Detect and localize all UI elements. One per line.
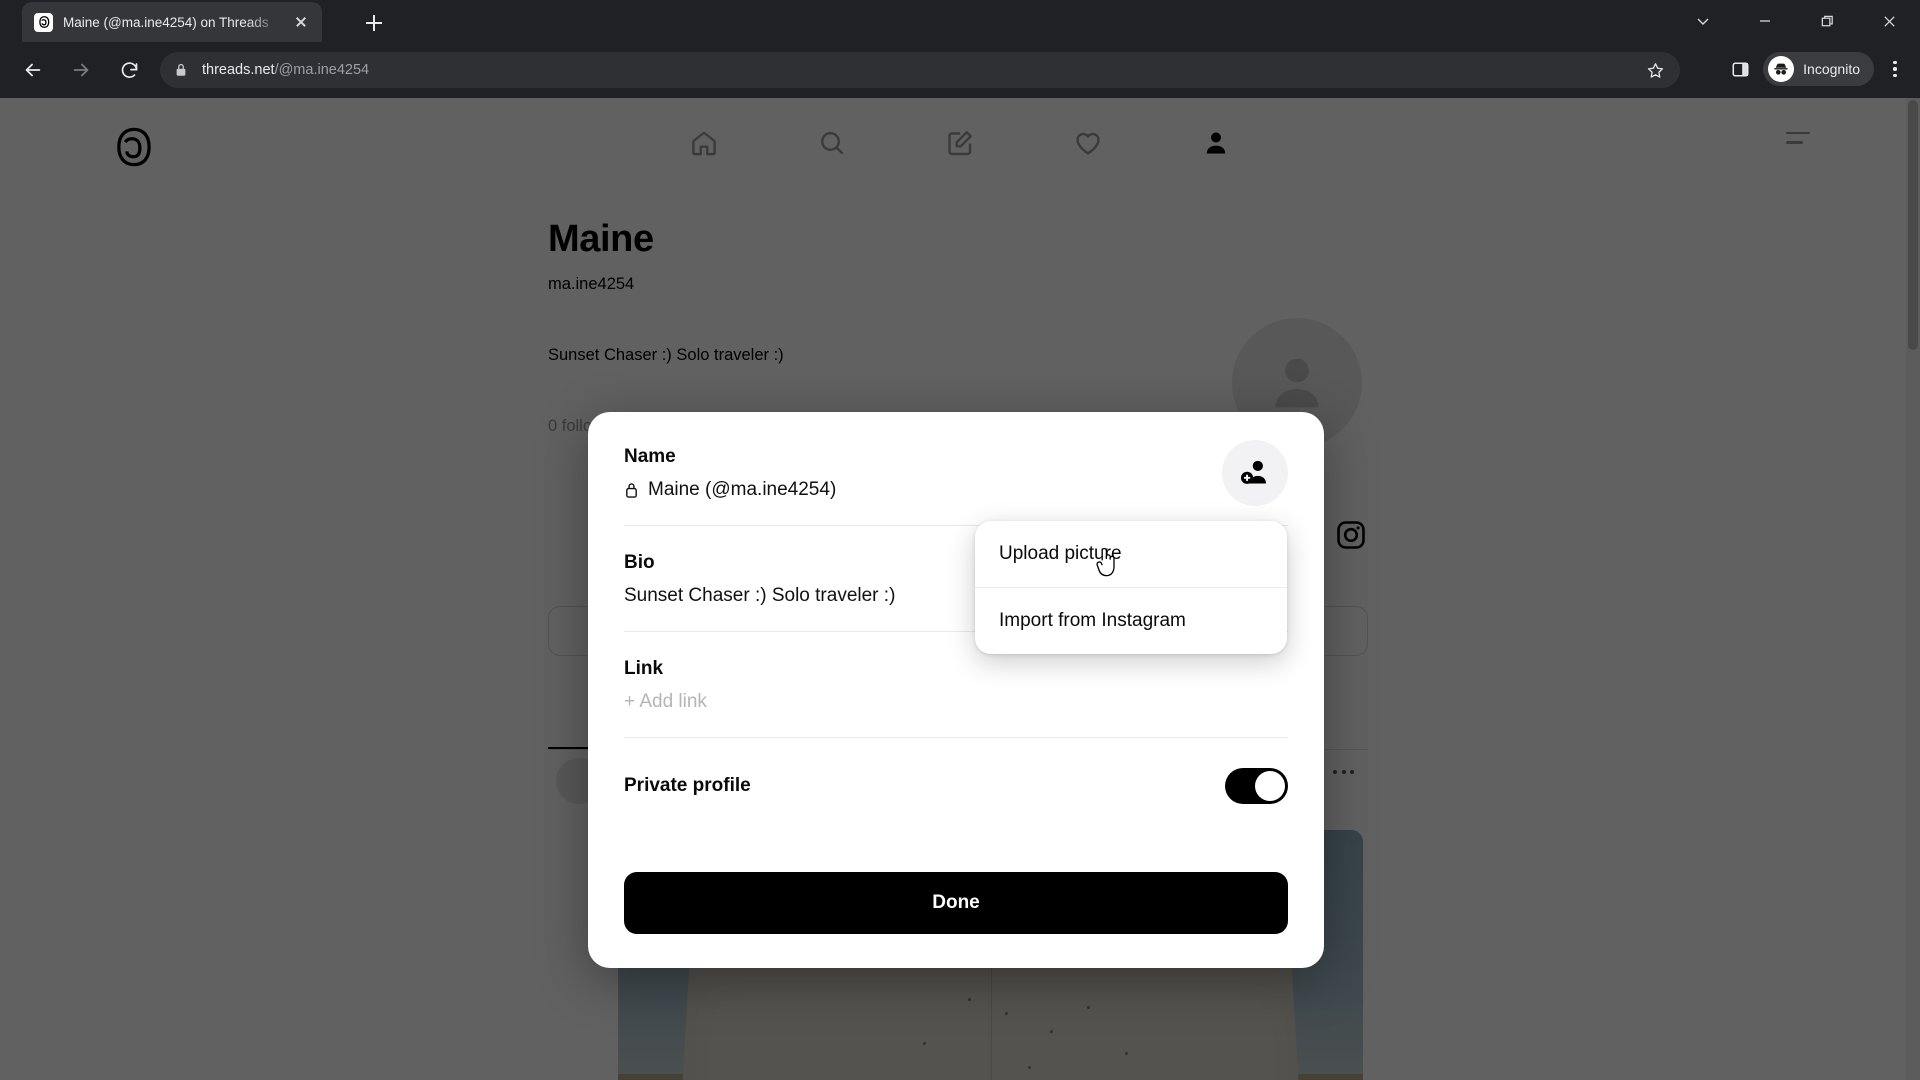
new-tab-button[interactable] bbox=[360, 9, 388, 37]
url-path: /@ma.ine4254 bbox=[274, 62, 370, 78]
forward-arrow-icon[interactable] bbox=[64, 53, 98, 87]
toggle-knob bbox=[1255, 771, 1285, 801]
maximize-restore-icon[interactable] bbox=[1796, 0, 1858, 42]
site-secure-lock-icon bbox=[174, 62, 190, 78]
incognito-avatar-icon bbox=[1768, 56, 1795, 82]
menu-item-import-from-instagram[interactable]: Import from Instagram bbox=[975, 588, 1287, 654]
browser-window: Maine (@ma.ine4254) on Threads threads.n… bbox=[0, 0, 1920, 1080]
profile-picture-menu: Upload picture Import from Instagram bbox=[975, 521, 1287, 654]
browser-tab[interactable]: Maine (@ma.ine4254) on Threads bbox=[22, 2, 322, 42]
done-button[interactable]: Done bbox=[624, 872, 1288, 934]
toolbar-right-actions: Incognito bbox=[1723, 52, 1910, 86]
link-label: Link bbox=[624, 658, 664, 679]
private-profile-toggle[interactable] bbox=[1225, 768, 1288, 804]
lock-icon bbox=[624, 481, 640, 500]
threads-logo-icon bbox=[34, 12, 53, 32]
add-profile-picture-icon[interactable] bbox=[1222, 440, 1288, 506]
menu-item-upload-picture[interactable]: Upload picture bbox=[975, 521, 1287, 587]
incognito-label: Incognito bbox=[1803, 61, 1860, 77]
address-bar[interactable]: threads.net/@ma.ine4254 bbox=[160, 52, 1680, 88]
window-controls bbox=[1672, 0, 1920, 42]
edit-profile-dialog: Name Maine (@ma.ine4254) Bio Sunset Chas… bbox=[588, 412, 1324, 968]
reload-icon[interactable] bbox=[112, 53, 146, 87]
browser-tab-title: Maine (@ma.ine4254) on Threads bbox=[63, 14, 269, 30]
omnibox-actions bbox=[1640, 55, 1670, 85]
star-icon[interactable] bbox=[1640, 55, 1670, 85]
add-link-button[interactable]: + Add link bbox=[624, 691, 1288, 713]
kebab-menu-icon[interactable] bbox=[1880, 52, 1910, 86]
incognito-indicator[interactable]: Incognito bbox=[1763, 52, 1874, 86]
minimize-icon[interactable] bbox=[1734, 0, 1796, 42]
close-tab-icon[interactable] bbox=[292, 13, 310, 31]
address-bar-url: threads.net/@ma.ine4254 bbox=[202, 62, 369, 78]
navigation-buttons bbox=[16, 53, 146, 87]
page-viewport: Maine ma.ine4254 Sunset Chaser :) Solo t… bbox=[0, 98, 1920, 1080]
private-profile-label: Private profile bbox=[624, 775, 751, 796]
browser-toolbar: threads.net/@ma.ine4254 Incognito bbox=[0, 42, 1920, 98]
url-host: threads.net bbox=[202, 62, 275, 78]
name-value: Maine (@ma.ine4254) bbox=[648, 479, 837, 500]
chevron-down-icon[interactable] bbox=[1672, 0, 1734, 42]
name-value-row: Maine (@ma.ine4254) bbox=[624, 479, 1288, 501]
back-arrow-icon[interactable] bbox=[16, 53, 50, 87]
browser-titlebar: Maine (@ma.ine4254) on Threads bbox=[0, 0, 1920, 42]
name-field[interactable]: Name Maine (@ma.ine4254) bbox=[624, 446, 1288, 526]
side-panel-icon[interactable] bbox=[1723, 52, 1757, 86]
tab-strip: Maine (@ma.ine4254) on Threads bbox=[0, 0, 322, 42]
private-profile-row: Private profile bbox=[624, 738, 1288, 804]
window-close-icon[interactable] bbox=[1858, 0, 1920, 42]
name-label: Name bbox=[624, 446, 676, 467]
